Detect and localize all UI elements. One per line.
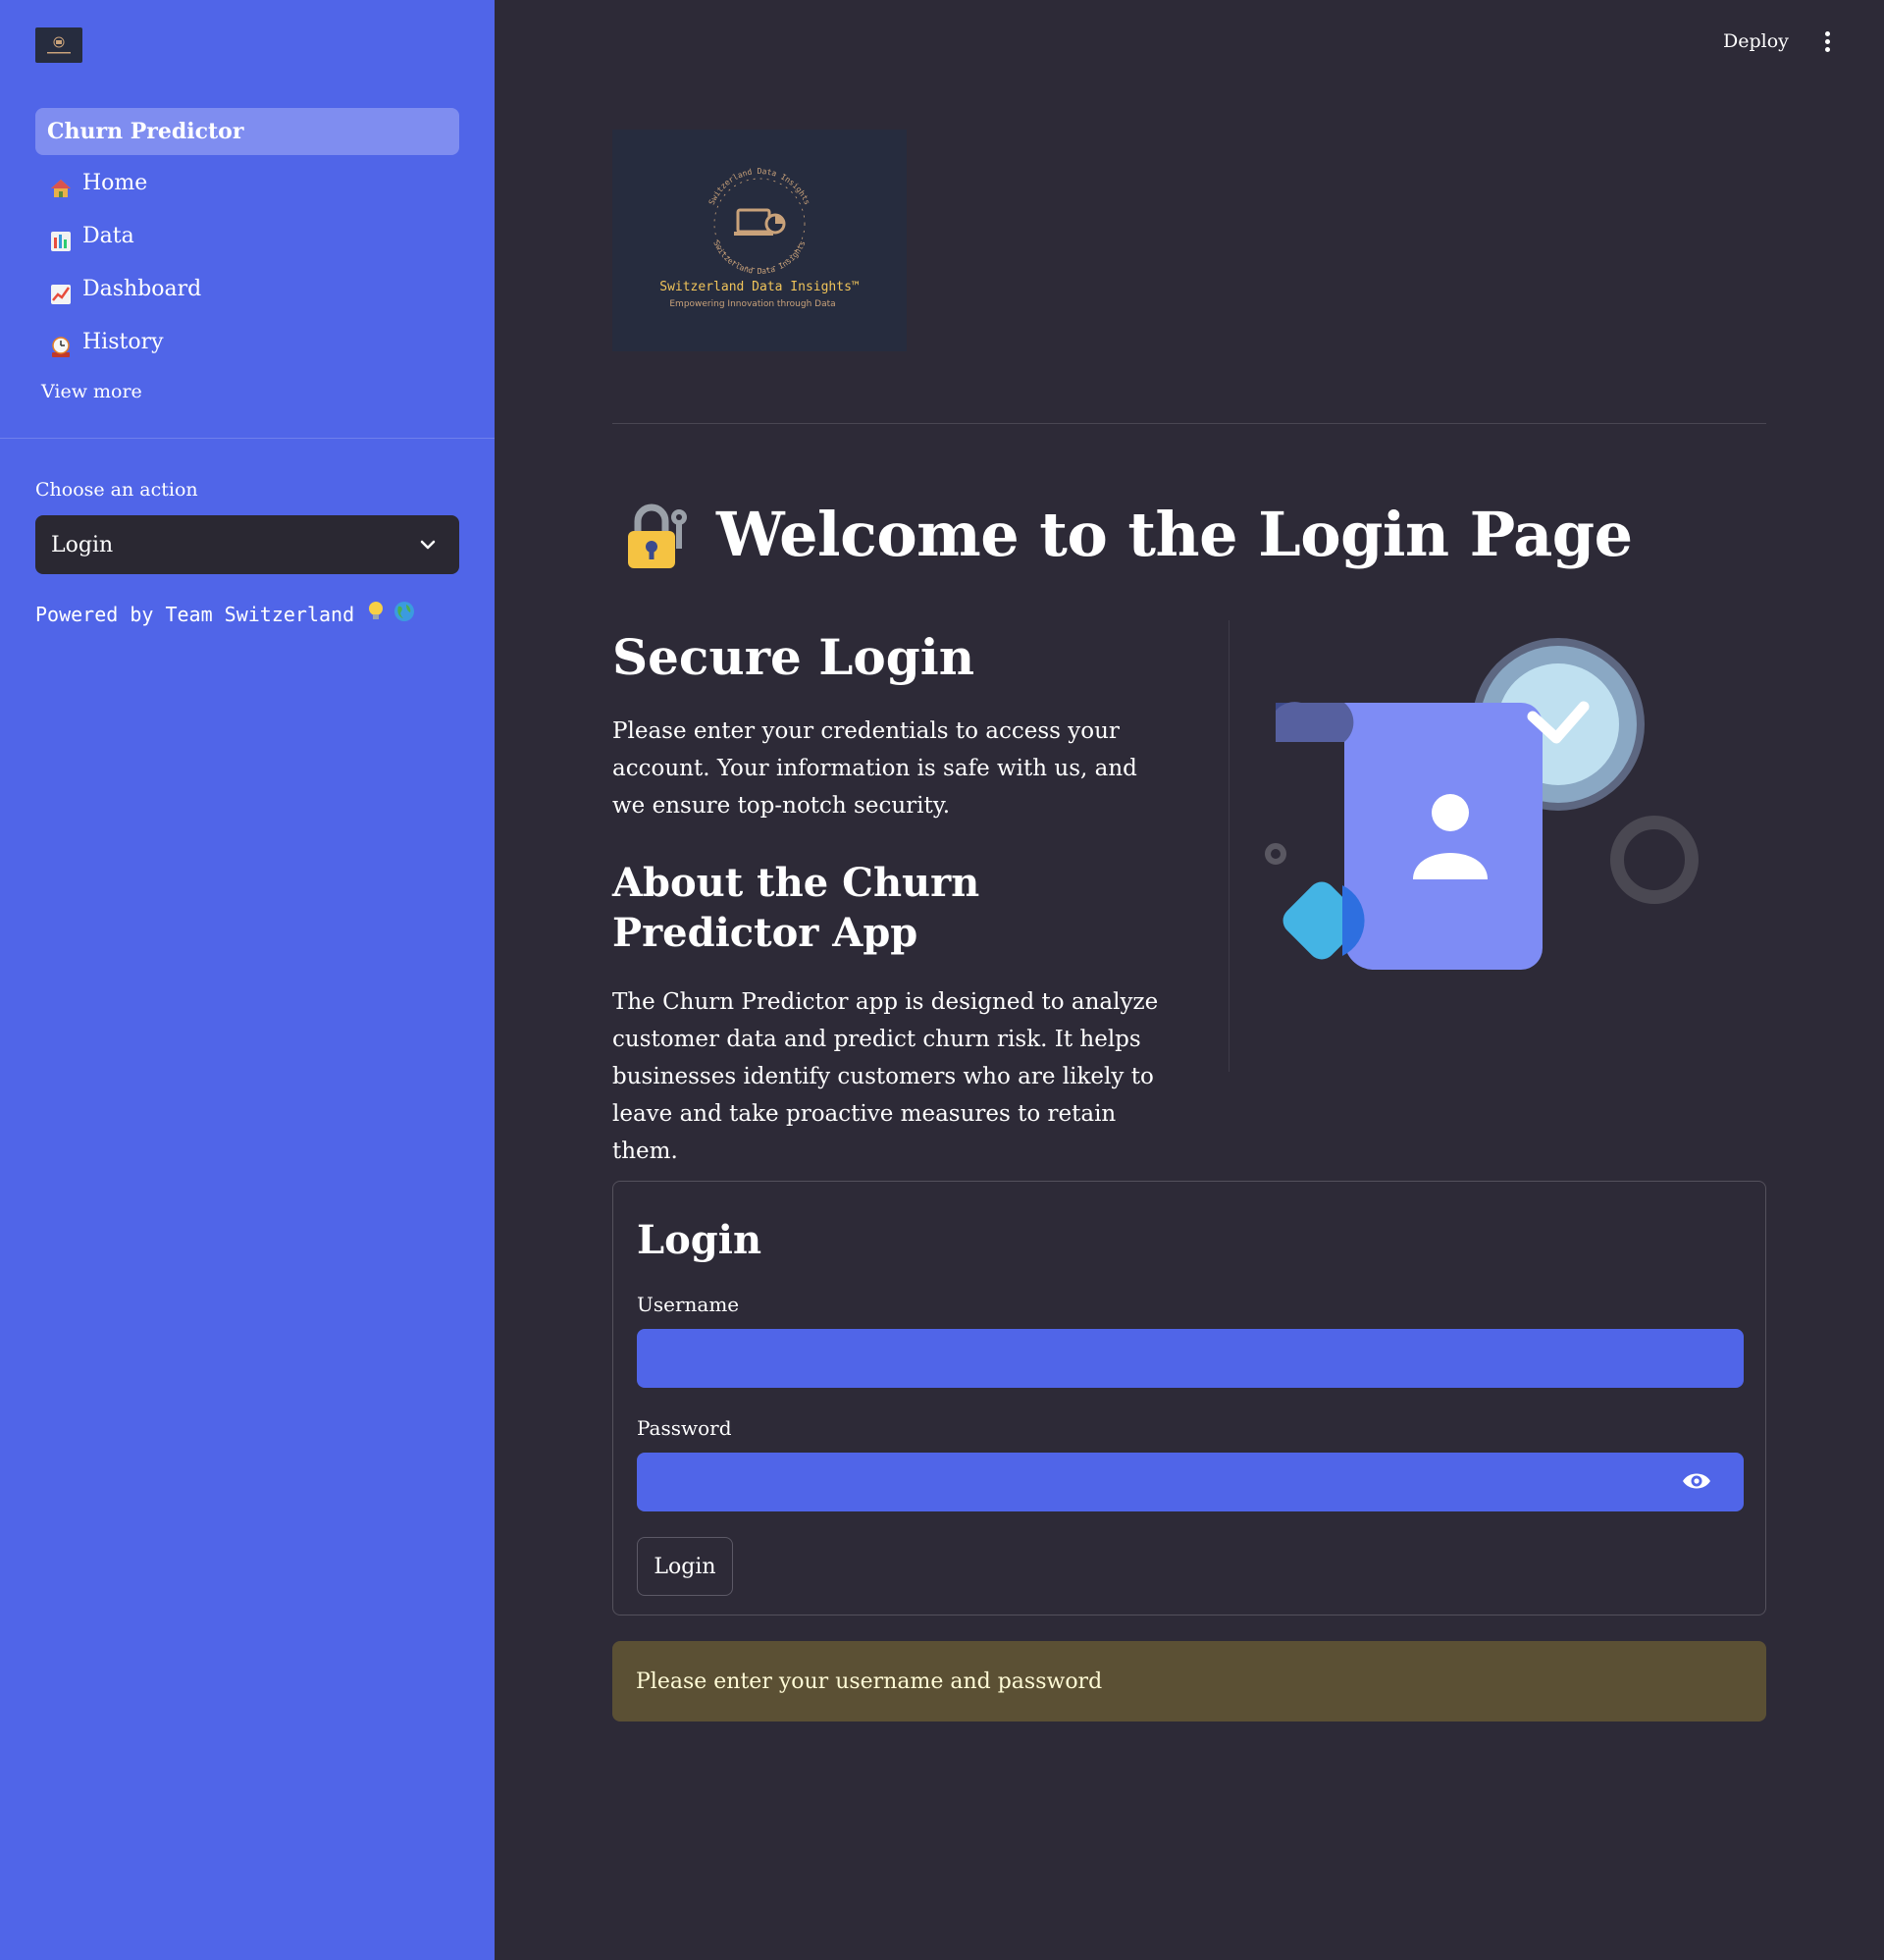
sidebar-item-label: Dashboard [82, 277, 202, 301]
about-text: The Churn Predictor app is designed to a… [612, 989, 1159, 1164]
brand-ring-text-top: Switzerland Data Insights [707, 167, 812, 206]
sidebar-item-home[interactable]: Home [35, 161, 459, 206]
warning-alert: Please enter your username and password [612, 1641, 1766, 1722]
powered-by-text: Powered by Team Switzerland [35, 601, 415, 627]
house-icon [49, 172, 73, 197]
brand-tagline: Empowering Innovation through Data [669, 299, 835, 309]
warning-alert-message: Please enter your username and password [636, 1669, 1103, 1694]
bar-chart-icon [49, 225, 73, 251]
trend-chart-icon [49, 278, 73, 304]
secure-login-heading: Secure Login [612, 628, 975, 686]
page-title: Welcome to the Login Page [716, 499, 1633, 570]
brand-ring-text-bottom: Switzerland Data Insights [711, 239, 807, 276]
secure-login-text: Please enter your credentials to access … [612, 718, 1137, 819]
sidebar-item-dashboard[interactable]: Dashboard [35, 267, 459, 312]
section-divider [612, 423, 1766, 424]
sidebar-item-data[interactable]: Data [35, 214, 459, 259]
nav-header-churn-predictor[interactable]: Churn Predictor [35, 108, 459, 155]
show-password-eye-icon[interactable] [1681, 1470, 1712, 1492]
more-options-icon[interactable] [1823, 31, 1831, 55]
brand-logo: Switzerland Data Insights Switzerland Da… [612, 130, 907, 351]
action-select-label: Choose an action [35, 479, 198, 501]
action-select[interactable]: Login [35, 515, 459, 574]
login-submit-button[interactable]: Login [637, 1537, 733, 1596]
locked-with-key-icon [624, 500, 691, 570]
globe-icon [393, 601, 415, 627]
about-heading: About the Churn Predictor App [612, 860, 980, 956]
password-input[interactable] [637, 1453, 1744, 1511]
sidebar-item-label: History [82, 330, 164, 354]
login-form: Login Username Password Login [612, 1181, 1766, 1616]
username-input[interactable] [637, 1329, 1744, 1388]
action-select-value: Login [51, 532, 114, 557]
password-label: Password [637, 1416, 732, 1440]
secure-document-illustration [1265, 638, 1699, 970]
clock-icon [49, 331, 73, 357]
svg-text:Switzerland Data Insights: Switzerland Data Insights [711, 239, 807, 276]
lightbulb-icon [366, 601, 386, 627]
svg-text:Switzerland Data Insights: Switzerland Data Insights [707, 167, 812, 206]
sidebar-divider [0, 438, 495, 439]
deploy-button[interactable]: Deploy [1723, 30, 1789, 52]
sidebar-item-history[interactable]: History [35, 320, 459, 365]
sidebar-logo[interactable] [35, 27, 82, 63]
login-form-title: Login [637, 1217, 762, 1263]
username-label: Username [637, 1293, 740, 1316]
column-divider [1229, 620, 1230, 1072]
sidebar-item-label: Data [82, 224, 134, 248]
view-more-link[interactable]: View more [41, 381, 142, 402]
page-title-row: Welcome to the Login Page [624, 499, 1633, 570]
chevron-down-icon [418, 535, 438, 560]
powered-by-label: Powered by Team Switzerland [35, 602, 355, 626]
sidebar: Churn Predictor Home Data Dashboard Hist… [0, 0, 495, 1960]
brand-name: Switzerland Data Insights™ [659, 280, 860, 294]
sidebar-item-label: Home [82, 171, 148, 195]
